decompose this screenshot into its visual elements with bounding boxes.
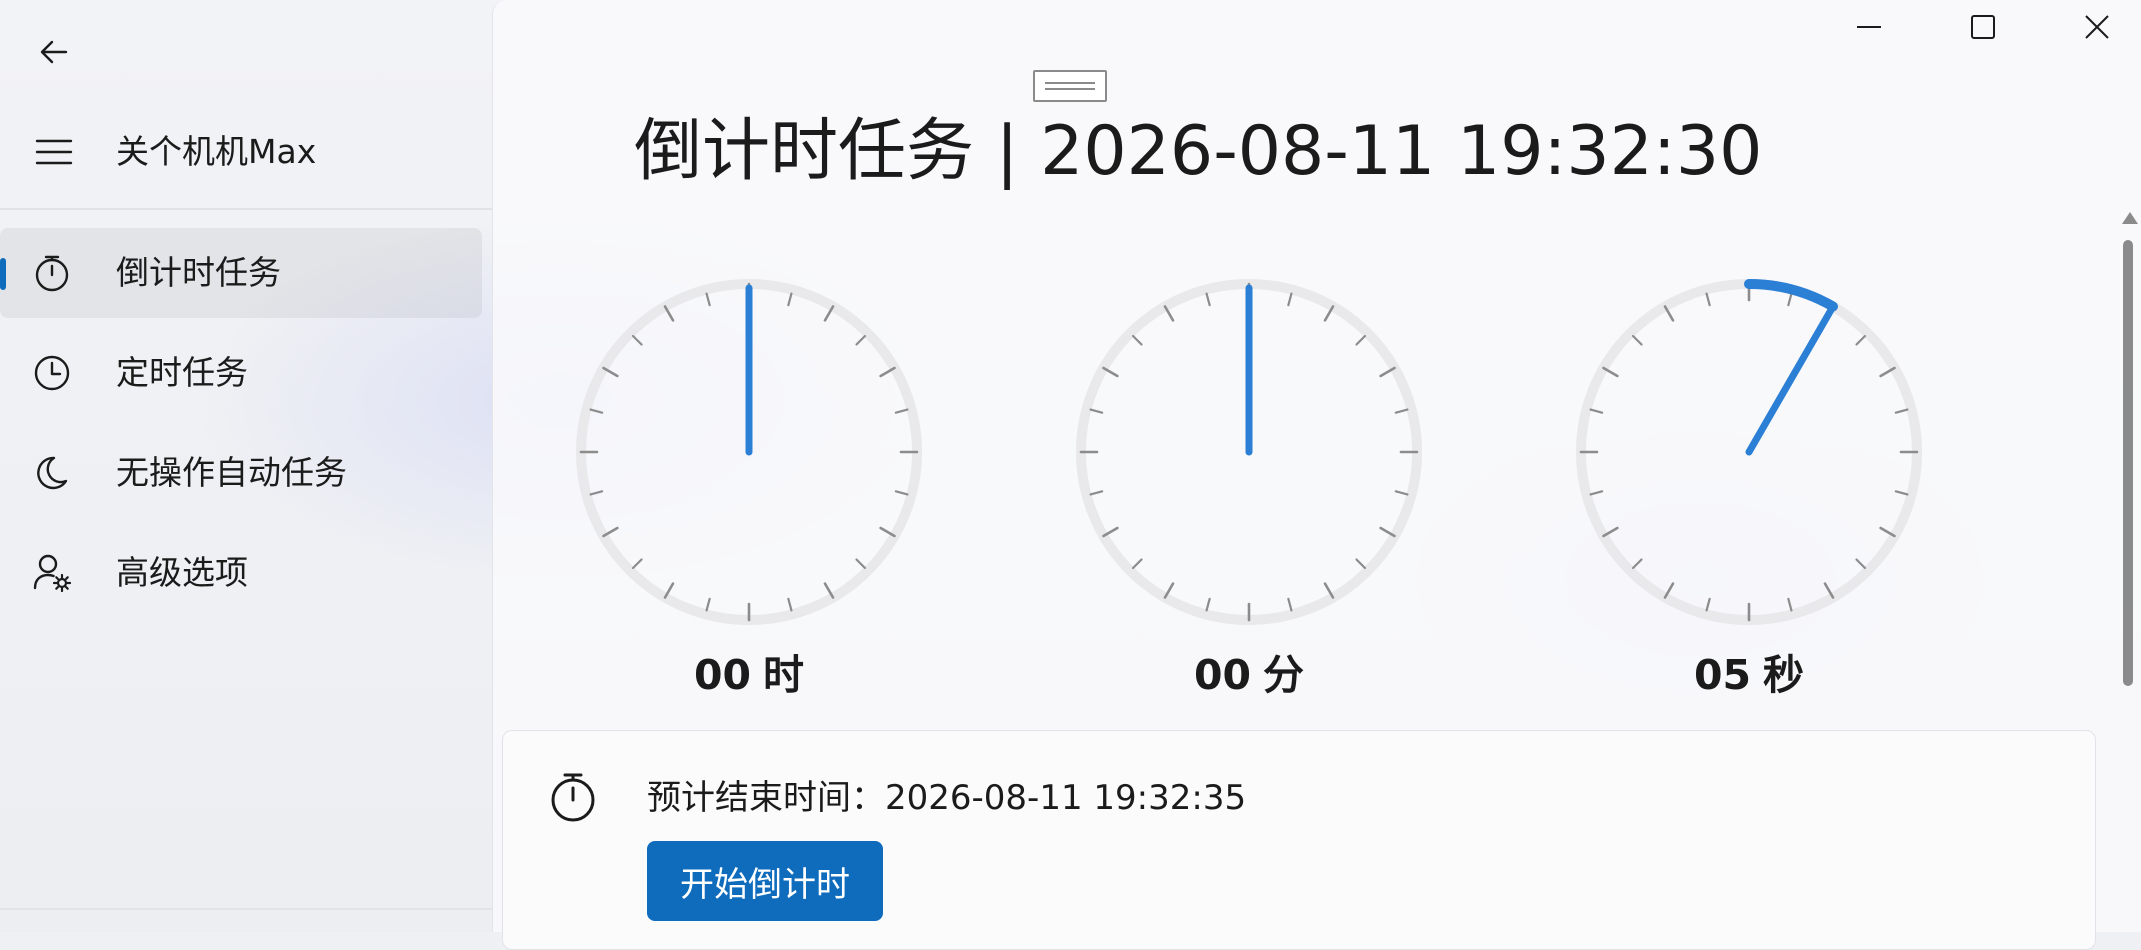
- minutes-minor-tick: [1394, 408, 1409, 414]
- minutes-minor-tick: [1394, 490, 1409, 496]
- minutes-minor-tick: [1131, 334, 1143, 346]
- person-settings-icon: [33, 554, 72, 593]
- countdown-info-card: 预计结束时间：2026-08-11 19:32:35 开始倒计时: [502, 730, 2096, 950]
- seconds-minor-tick: [1705, 292, 1711, 307]
- sidebar-item-label: 高级选项: [116, 553, 248, 592]
- estimated-end-time: 预计结束时间：2026-08-11 19:32:35: [647, 778, 1247, 818]
- sidebar: 关个机机Max 倒计时任务 定时任务 无操作自动任务 高级选项: [0, 0, 492, 932]
- start-countdown-button[interactable]: 开始倒计时: [647, 841, 883, 921]
- close-button[interactable]: [2042, 0, 2141, 54]
- minimize-button[interactable]: [1814, 0, 1924, 54]
- hours-minor-tick: [589, 490, 604, 496]
- hours-value: 00: [693, 651, 752, 699]
- hours-minor-tick: [855, 558, 867, 570]
- clock-icon: [34, 355, 70, 391]
- seconds-minor-tick: [1787, 292, 1793, 307]
- minutes-value: 00: [1193, 651, 1252, 699]
- page-title: 倒计时任务 | 2026-08-11 19:32:30: [634, 112, 1763, 191]
- minutes-minor-tick: [1355, 558, 1367, 570]
- minutes-minor-tick: [1089, 490, 1104, 496]
- hours-minor-tick: [631, 558, 643, 570]
- seconds-minor-tick: [1855, 558, 1867, 570]
- stopwatch-icon: [551, 773, 595, 822]
- minimize-icon: [1857, 26, 1881, 28]
- minutes-dial-face: [1076, 279, 1422, 625]
- hours-minor-tick: [787, 597, 793, 612]
- hours-unit: 时: [763, 651, 805, 699]
- hours-minor-tick: [894, 408, 909, 414]
- hours-minor-tick: [855, 334, 867, 346]
- hours-dial: [569, 272, 929, 632]
- seconds-minor-tick: [1589, 490, 1604, 496]
- menu-toggle-button[interactable]: [26, 124, 82, 180]
- minutes-minor-tick: [1355, 334, 1367, 346]
- back-arrow-icon: [40, 40, 68, 64]
- seconds-minor-tick: [1631, 334, 1643, 346]
- hours-minor-tick: [631, 334, 643, 346]
- hours-minor-tick: [589, 408, 604, 414]
- drag-handle[interactable]: [1033, 70, 1107, 102]
- seconds-minor-tick: [1589, 408, 1604, 414]
- sidebar-item-idle[interactable]: 无操作自动任务: [0, 428, 482, 518]
- seconds-minor-tick: [1705, 597, 1711, 612]
- scroll-up-arrow-icon[interactable]: [2122, 212, 2138, 224]
- sidebar-item-countdown[interactable]: 倒计时任务: [0, 228, 482, 318]
- minutes-unit: 分: [1263, 651, 1305, 699]
- sidebar-divider: [0, 208, 492, 210]
- hours-minor-tick: [705, 597, 711, 612]
- seconds-unit: 秒: [1763, 651, 1805, 699]
- hours-minor-tick: [894, 490, 909, 496]
- back-button[interactable]: [26, 24, 82, 80]
- minutes-minor-tick: [1205, 292, 1211, 307]
- minutes-minor-tick: [1131, 558, 1143, 570]
- minutes-dial: [1069, 272, 1429, 632]
- seconds-hand: [1745, 306, 1835, 456]
- minutes-minor-tick: [1287, 292, 1293, 307]
- seconds-value: 05: [1693, 651, 1752, 699]
- minutes-readout: 00 分: [1099, 645, 1399, 705]
- sidebar-item-label: 无操作自动任务: [116, 453, 347, 492]
- seconds-readout: 05 秒: [1599, 645, 1899, 705]
- moon-icon: [37, 456, 68, 490]
- hours-dial-face: [576, 279, 922, 625]
- seconds-minor-tick: [1631, 558, 1643, 570]
- minutes-minor-tick: [1089, 408, 1104, 414]
- seconds-minor-tick: [1894, 490, 1909, 496]
- seconds-minor-tick: [1855, 334, 1867, 346]
- seconds-minor-tick: [1894, 408, 1909, 414]
- minutes-minor-tick: [1205, 597, 1211, 612]
- seconds-dial-face: [1576, 279, 1922, 625]
- sidebar-bottom-divider: [0, 908, 492, 910]
- close-icon: [2085, 15, 2109, 39]
- app-title: 关个机机Max: [116, 132, 317, 171]
- hamburger-icon: [35, 139, 73, 165]
- seconds-minor-tick: [1787, 597, 1793, 612]
- sidebar-item-label: 倒计时任务: [116, 253, 281, 292]
- sidebar-item-label: 定时任务: [116, 353, 248, 392]
- maximize-button[interactable]: [1928, 0, 2038, 54]
- minutes-minor-tick: [1287, 597, 1293, 612]
- seconds-dial: [1569, 272, 1929, 632]
- sidebar-item-advanced[interactable]: 高级选项: [0, 528, 482, 618]
- stopwatch-icon: [35, 255, 69, 292]
- maximize-icon: [1971, 15, 1995, 39]
- sidebar-item-scheduled[interactable]: 定时任务: [0, 328, 482, 418]
- hours-minor-tick: [705, 292, 711, 307]
- active-indicator: [0, 258, 6, 290]
- scrollbar-thumb[interactable]: [2123, 240, 2133, 686]
- hours-readout: 00 时: [599, 645, 899, 705]
- hours-minor-tick: [787, 292, 793, 307]
